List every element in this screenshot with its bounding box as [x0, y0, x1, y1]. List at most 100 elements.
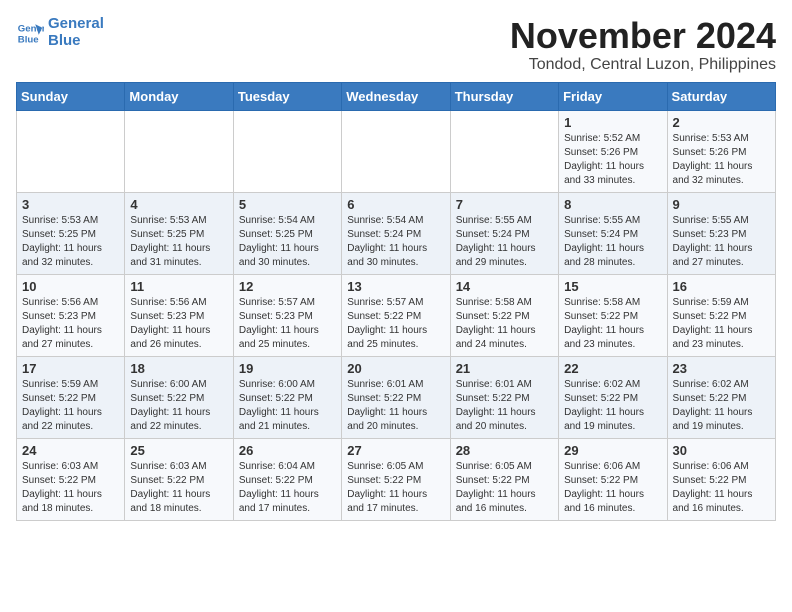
- day-info: Sunrise: 6:00 AM Sunset: 5:22 PM Dayligh…: [239, 378, 336, 434]
- calendar-cell: 13Sunrise: 5:57 AM Sunset: 5:22 PM Dayli…: [342, 274, 450, 356]
- day-number: 20: [347, 361, 444, 376]
- week-row-0: 1 Sunrise: 5:52 AM Sunset: 5:26 PM Daylig…: [17, 110, 776, 192]
- day-info: Sunrise: 5:59 AM Sunset: 5:22 PM Dayligh…: [22, 378, 119, 434]
- calendar-cell: 12Sunrise: 5:57 AM Sunset: 5:23 PM Dayli…: [233, 274, 341, 356]
- day-number: 10: [22, 279, 119, 294]
- day-number: 5: [239, 197, 336, 212]
- day-number: 1: [564, 115, 661, 130]
- day-number: 27: [347, 443, 444, 458]
- header-row: SundayMondayTuesdayWednesdayThursdayFrid…: [17, 82, 776, 110]
- month-title: November 2024: [510, 16, 776, 56]
- calendar-cell: 11 Sunrise: 5:56 AM Sunset: 5:23 PM Dayli…: [125, 274, 233, 356]
- day-info: Sunrise: 6:05 AM Sunset: 5:22 PM Dayligh…: [456, 460, 553, 516]
- calendar-cell: 29 Sunrise: 6:06 AM Sunset: 5:22 PM Dayli…: [559, 438, 667, 520]
- day-number: 2: [673, 115, 770, 130]
- day-info: Sunrise: 5:57 AM Sunset: 5:22 PM Dayligh…: [347, 296, 444, 352]
- day-number: 11: [130, 279, 227, 294]
- calendar-cell: 10Sunrise: 5:56 AM Sunset: 5:23 PM Dayli…: [17, 274, 125, 356]
- day-number: 15: [564, 279, 661, 294]
- day-number: 26: [239, 443, 336, 458]
- day-info: Sunrise: 5:54 AM Sunset: 5:24 PM Dayligh…: [347, 214, 444, 270]
- day-info: Sunrise: 6:06 AM Sunset: 5:22 PM Dayligh…: [564, 460, 661, 516]
- day-info: Sunrise: 5:56 AM Sunset: 5:23 PM Dayligh…: [130, 296, 227, 352]
- page-header: General Blue General Blue November 2024 …: [16, 16, 776, 74]
- svg-text:Blue: Blue: [18, 34, 39, 45]
- calendar-cell: [233, 110, 341, 192]
- day-info: Sunrise: 5:58 AM Sunset: 5:22 PM Dayligh…: [456, 296, 553, 352]
- day-number: 22: [564, 361, 661, 376]
- header-wednesday: Wednesday: [342, 82, 450, 110]
- calendar-cell: 26Sunrise: 6:04 AM Sunset: 5:22 PM Dayli…: [233, 438, 341, 520]
- week-row-2: 10 Sunrise: 5:56 AM Sunset: 5:23 PM Dayli…: [17, 274, 776, 356]
- day-info: Sunrise: 5:55 AM Sunset: 5:24 PM Dayligh…: [456, 214, 553, 270]
- logo-line2: Blue: [48, 33, 104, 50]
- location-subtitle: Tondod, Central Luzon, Philippines: [510, 56, 776, 74]
- logo-line1: General: [48, 16, 104, 33]
- calendar-cell: 27 Sunrise: 6:05 AM Sunset: 5:22 PM Dayli…: [342, 438, 450, 520]
- calendar-cell: 6 Sunrise: 5:54 AM Sunset: 5:24 PM Daylig…: [342, 192, 450, 274]
- calendar-cell: 16Sunrise: 5:59 AM Sunset: 5:22 PM Dayli…: [667, 274, 775, 356]
- day-number: 21: [456, 361, 553, 376]
- header-monday: Monday: [125, 82, 233, 110]
- day-number: 18: [130, 361, 227, 376]
- title-block: November 2024 Tondod, Central Luzon, Phi…: [510, 16, 776, 74]
- day-info: Sunrise: 6:02 AM Sunset: 5:22 PM Dayligh…: [673, 378, 770, 434]
- day-info: Sunrise: 5:53 AM Sunset: 5:25 PM Dayligh…: [22, 214, 119, 270]
- header-saturday: Saturday: [667, 82, 775, 110]
- header-thursday: Thursday: [450, 82, 558, 110]
- day-number: 24: [22, 443, 119, 458]
- day-number: 29: [564, 443, 661, 458]
- calendar-cell: 4 Sunrise: 5:53 AM Sunset: 5:25 PM Daylig…: [125, 192, 233, 274]
- calendar-cell: 25Sunrise: 6:03 AM Sunset: 5:22 PM Dayli…: [125, 438, 233, 520]
- day-number: 3: [22, 197, 119, 212]
- day-number: 4: [130, 197, 227, 212]
- day-info: Sunrise: 6:01 AM Sunset: 5:22 PM Dayligh…: [347, 378, 444, 434]
- header-sunday: Sunday: [17, 82, 125, 110]
- calendar-cell: [125, 110, 233, 192]
- calendar-cell: 21Sunrise: 6:01 AM Sunset: 5:22 PM Dayli…: [450, 356, 558, 438]
- calendar-cell: 5 Sunrise: 5:54 AM Sunset: 5:25 PM Daylig…: [233, 192, 341, 274]
- calendar-table: SundayMondayTuesdayWednesdayThursdayFrid…: [16, 82, 776, 521]
- day-info: Sunrise: 6:05 AM Sunset: 5:22 PM Dayligh…: [347, 460, 444, 516]
- day-info: Sunrise: 5:54 AM Sunset: 5:25 PM Dayligh…: [239, 214, 336, 270]
- day-number: 7: [456, 197, 553, 212]
- logo: General Blue General Blue: [16, 16, 104, 49]
- day-number: 12: [239, 279, 336, 294]
- calendar-cell: 2Sunrise: 5:53 AM Sunset: 5:26 PM Daylig…: [667, 110, 775, 192]
- day-number: 25: [130, 443, 227, 458]
- logo-icon: General Blue: [16, 19, 44, 47]
- calendar-cell: 7 Sunrise: 5:55 AM Sunset: 5:24 PM Daylig…: [450, 192, 558, 274]
- day-info: Sunrise: 6:06 AM Sunset: 5:22 PM Dayligh…: [673, 460, 770, 516]
- calendar-cell: 30 Sunrise: 6:06 AM Sunset: 5:22 PM Dayli…: [667, 438, 775, 520]
- header-friday: Friday: [559, 82, 667, 110]
- calendar-cell: 15 Sunrise: 5:58 AM Sunset: 5:22 PM Dayli…: [559, 274, 667, 356]
- calendar-cell: 19 Sunrise: 6:00 AM Sunset: 5:22 PM Dayli…: [233, 356, 341, 438]
- calendar-cell: 17 Sunrise: 5:59 AM Sunset: 5:22 PM Dayli…: [17, 356, 125, 438]
- day-number: 6: [347, 197, 444, 212]
- calendar-cell: 9Sunrise: 5:55 AM Sunset: 5:23 PM Daylig…: [667, 192, 775, 274]
- day-number: 17: [22, 361, 119, 376]
- day-number: 8: [564, 197, 661, 212]
- day-number: 19: [239, 361, 336, 376]
- header-tuesday: Tuesday: [233, 82, 341, 110]
- calendar-cell: 8 Sunrise: 5:55 AM Sunset: 5:24 PM Daylig…: [559, 192, 667, 274]
- calendar-cell: 20 Sunrise: 6:01 AM Sunset: 5:22 PM Dayli…: [342, 356, 450, 438]
- calendar-cell: 23 Sunrise: 6:02 AM Sunset: 5:22 PM Dayli…: [667, 356, 775, 438]
- calendar-cell: [17, 110, 125, 192]
- day-info: Sunrise: 5:58 AM Sunset: 5:22 PM Dayligh…: [564, 296, 661, 352]
- day-number: 9: [673, 197, 770, 212]
- day-number: 30: [673, 443, 770, 458]
- calendar-cell: 28 Sunrise: 6:05 AM Sunset: 5:22 PM Dayli…: [450, 438, 558, 520]
- calendar-cell: 14 Sunrise: 5:58 AM Sunset: 5:22 PM Dayli…: [450, 274, 558, 356]
- day-info: Sunrise: 5:53 AM Sunset: 5:25 PM Dayligh…: [130, 214, 227, 270]
- day-number: 16: [673, 279, 770, 294]
- day-number: 28: [456, 443, 553, 458]
- day-info: Sunrise: 6:00 AM Sunset: 5:22 PM Dayligh…: [130, 378, 227, 434]
- day-number: 23: [673, 361, 770, 376]
- day-info: Sunrise: 5:52 AM Sunset: 5:26 PM Dayligh…: [564, 132, 661, 188]
- calendar-cell: [450, 110, 558, 192]
- week-row-1: 3 Sunrise: 5:53 AM Sunset: 5:25 PM Daylig…: [17, 192, 776, 274]
- calendar-cell: 24Sunrise: 6:03 AM Sunset: 5:22 PM Dayli…: [17, 438, 125, 520]
- day-info: Sunrise: 5:55 AM Sunset: 5:24 PM Dayligh…: [564, 214, 661, 270]
- day-number: 14: [456, 279, 553, 294]
